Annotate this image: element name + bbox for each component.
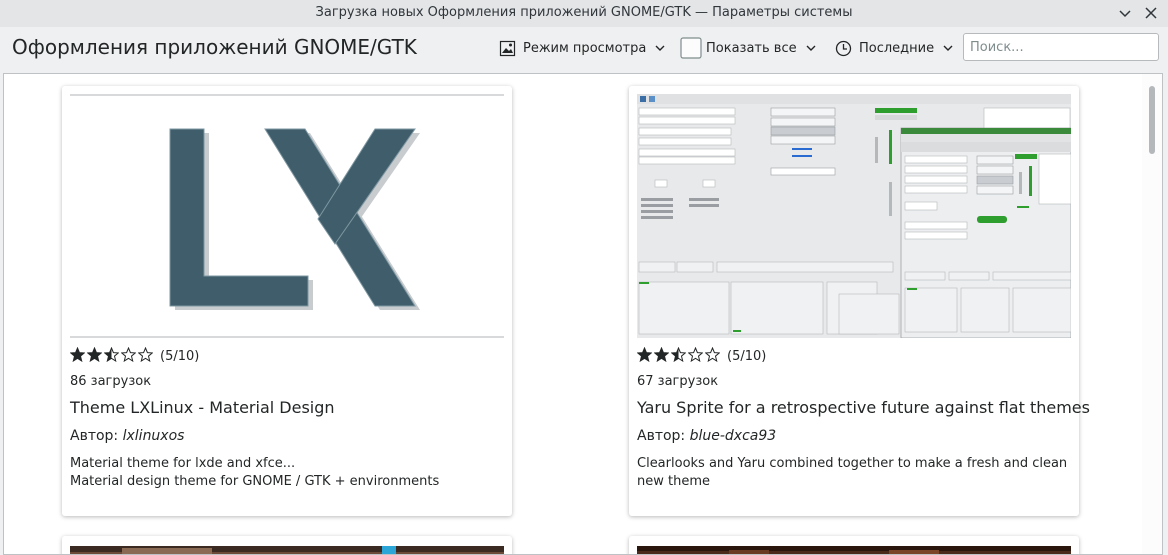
description-line: Material design theme for GNOME / GTK + …: [70, 474, 440, 489]
item-card[interactable]: (5/10) 67 загрузок Yaru Sprite for a ret…: [629, 86, 1090, 516]
minimize-button[interactable]: [1115, 3, 1135, 23]
rating: (5/10): [69, 346, 200, 366]
scrollbar-thumb[interactable]: [1149, 86, 1155, 154]
view-mode-button[interactable]: Режим просмотра: [499, 33, 666, 63]
chevron-down-icon: [943, 45, 953, 51]
view-mode-icon: [499, 40, 516, 56]
search-input[interactable]: [963, 33, 1159, 61]
download-count: 67 загрузок: [637, 374, 719, 389]
star-icon: [670, 346, 687, 362]
vertical-scrollbar[interactable]: [1142, 74, 1162, 554]
star-icon: [653, 346, 670, 362]
rating: (5/10): [636, 346, 767, 366]
page-title: Оформления приложений GNOME/GTK: [12, 35, 417, 59]
window-titlebar: Загрузка новых Оформления приложений GNO…: [0, 0, 1168, 27]
show-all-label: Показать все: [706, 40, 797, 56]
item-card[interactable]: [62, 536, 512, 555]
item-card[interactable]: (5/10) 86 загрузок Theme LXLinux - Mater…: [62, 86, 512, 516]
rating-score: (5/10): [727, 348, 767, 364]
star-icon: [103, 346, 120, 362]
author-name[interactable]: blue-dxca93: [690, 428, 777, 444]
star-icon: [86, 346, 103, 362]
chevron-down-icon: [1119, 10, 1131, 18]
star-icon: [687, 346, 704, 362]
item-name[interactable]: Yaru Sprite for a retrospective future a…: [637, 398, 1090, 417]
sort-label: Последние: [859, 40, 935, 56]
author-name[interactable]: lxlinuxos: [123, 428, 185, 444]
close-button[interactable]: [1141, 3, 1161, 23]
close-icon: [1145, 7, 1157, 19]
star-icon: [704, 346, 721, 362]
show-all-button[interactable]: Показать все: [680, 33, 817, 63]
item-preview-image[interactable]: [629, 536, 1079, 555]
rating-stars: [636, 346, 722, 366]
checkbox-icon: [680, 37, 702, 59]
star-icon: [120, 346, 137, 362]
item-author: Автор: lxlinuxos: [70, 428, 184, 444]
chevron-down-icon: [806, 45, 816, 51]
author-prefix: Автор:: [637, 428, 690, 444]
item-author: Автор: blue-dxca93: [637, 428, 776, 444]
description-line: Clearlooks and Yaru combined together to…: [637, 456, 1068, 489]
window-title: Загрузка новых Оформления приложений GNO…: [315, 5, 853, 20]
star-icon: [69, 346, 86, 362]
item-preview-image[interactable]: [637, 94, 1071, 338]
sort-button[interactable]: Последние: [835, 33, 954, 63]
chevron-down-icon: [655, 45, 665, 51]
rating-stars: [69, 346, 155, 366]
rating-score: (5/10): [160, 348, 200, 364]
star-icon: [137, 346, 154, 362]
item-preview-image[interactable]: [62, 536, 512, 555]
item-description: Material theme for lxde and xfce... Mate…: [70, 455, 504, 491]
view-mode-label: Режим просмотра: [523, 40, 647, 56]
star-icon: [636, 346, 653, 362]
clock-icon: [835, 40, 852, 56]
items-grid: (5/10) 86 загрузок Theme LXLinux - Mater…: [3, 73, 1163, 555]
download-count: 86 загрузок: [70, 374, 152, 389]
item-card[interactable]: [629, 536, 1079, 555]
description-line: Material theme for lxde and xfce...: [70, 456, 296, 471]
item-description: Clearlooks and Yaru combined together to…: [637, 455, 1071, 491]
item-preview-image[interactable]: [70, 94, 504, 338]
item-name[interactable]: Theme LXLinux - Material Design: [70, 398, 504, 417]
author-prefix: Автор:: [70, 428, 123, 444]
